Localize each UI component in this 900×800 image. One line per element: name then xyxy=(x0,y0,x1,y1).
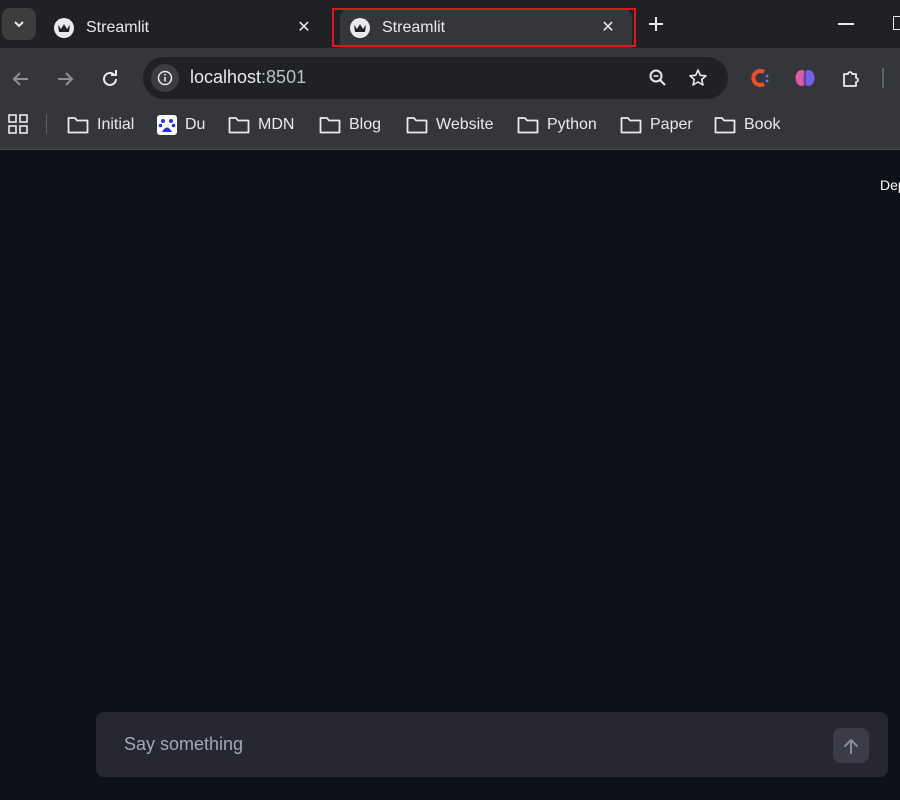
folder-icon xyxy=(620,117,642,134)
arrow-right-icon xyxy=(58,72,74,86)
chevron-down-icon xyxy=(14,21,24,28)
bookmark-mdn[interactable]: MDN xyxy=(228,114,294,136)
back-button[interactable] xyxy=(8,66,34,92)
folder-icon xyxy=(67,117,89,134)
close-icon[interactable]: ✕ xyxy=(294,17,314,37)
minimize-button[interactable] xyxy=(838,23,854,25)
extensions-puzzle-icon[interactable] xyxy=(839,66,863,90)
tab-search-button[interactable] xyxy=(2,8,36,40)
forward-button[interactable] xyxy=(52,66,78,92)
baidu-icon xyxy=(157,115,177,135)
folder-icon xyxy=(517,117,539,134)
url-port: :8501 xyxy=(261,67,307,87)
deploy-button[interactable]: Dep xyxy=(880,177,900,193)
streamlit-crown-icon xyxy=(54,18,74,38)
bookmark-label: Python xyxy=(547,116,597,133)
address-bar[interactable]: localhost:8501 xyxy=(143,57,728,99)
tab-title: Streamlit xyxy=(86,19,150,36)
chat-input[interactable] xyxy=(96,712,816,777)
tab-title: Streamlit xyxy=(382,19,446,36)
toolbar-divider xyxy=(882,68,884,88)
send-button[interactable] xyxy=(833,728,869,763)
arrow-up-icon xyxy=(844,738,858,754)
reload-icon xyxy=(103,70,117,86)
extension-c-icon[interactable] xyxy=(748,66,772,90)
bookmark-label: Du xyxy=(185,116,206,133)
bookmark-book[interactable]: Book xyxy=(714,114,780,136)
extension-brain-icon[interactable] xyxy=(793,66,817,90)
url-text[interactable]: localhost:8501 xyxy=(190,67,306,88)
bookmark-star-icon[interactable] xyxy=(687,67,709,89)
zoom-icon[interactable] xyxy=(647,67,669,89)
tab-streamlit-2[interactable]: Streamlit ✕ xyxy=(340,8,632,48)
tab-streamlit-1[interactable]: Streamlit ✕ xyxy=(44,8,328,48)
bookmark-label: Website xyxy=(436,116,494,133)
bookmark-label: Book xyxy=(744,116,781,133)
arrow-left-icon xyxy=(12,72,28,86)
bookmark-du[interactable]: Du xyxy=(157,114,205,136)
plus-icon xyxy=(649,17,663,31)
bookmarks-divider xyxy=(46,114,47,134)
bookmark-blog[interactable]: Blog xyxy=(319,114,381,136)
maximize-button[interactable] xyxy=(893,16,900,30)
reload-button[interactable] xyxy=(97,66,123,92)
bookmark-initial[interactable]: Initial xyxy=(67,114,134,136)
site-info-icon[interactable] xyxy=(151,64,179,92)
streamlit-crown-icon xyxy=(350,18,370,38)
bookmark-label: Paper xyxy=(650,116,693,133)
chat-input-container xyxy=(96,712,888,777)
close-icon[interactable]: ✕ xyxy=(598,17,618,37)
folder-icon xyxy=(228,117,250,134)
bookmark-label: Initial xyxy=(97,116,135,133)
browser-toolbar: localhost:8501 Initial Du MDN Blog Websi… xyxy=(0,48,900,150)
bookmark-label: MDN xyxy=(258,116,295,133)
bookmark-label: Blog xyxy=(349,116,382,133)
bookmark-paper[interactable]: Paper xyxy=(620,114,693,136)
new-tab-button[interactable] xyxy=(644,12,668,36)
bookmark-python[interactable]: Python xyxy=(517,114,597,136)
apps-grid-icon[interactable] xyxy=(8,114,28,139)
bookmark-website[interactable]: Website xyxy=(406,114,494,136)
url-host: localhost xyxy=(190,67,262,87)
streamlit-app: Dep xyxy=(0,151,900,800)
folder-icon xyxy=(714,117,736,134)
folder-icon xyxy=(319,117,341,134)
folder-icon xyxy=(406,117,428,134)
browser-titlebar: Streamlit ✕ Streamlit ✕ xyxy=(0,0,900,48)
bookmarks-bar: Initial Du MDN Blog Website Python Paper xyxy=(0,108,900,142)
